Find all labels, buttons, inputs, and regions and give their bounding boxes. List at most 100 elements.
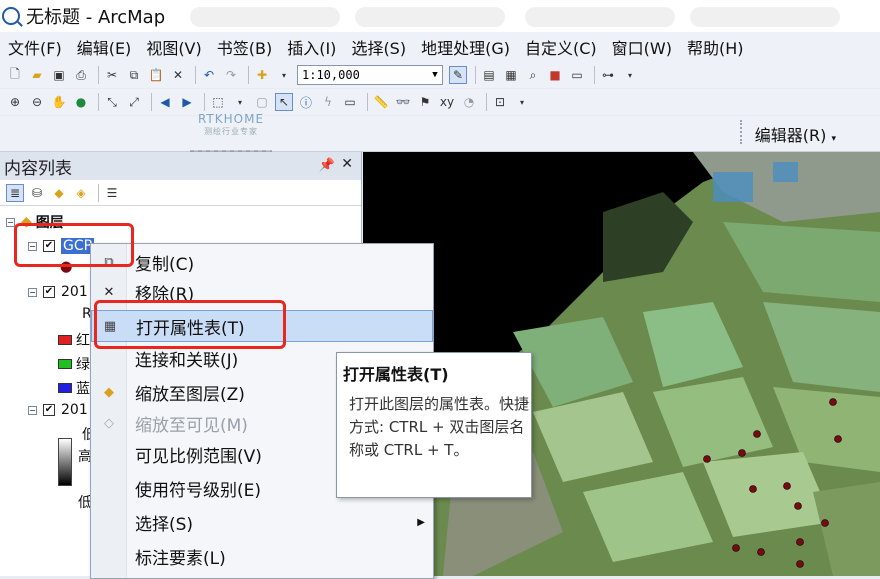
catalog-icon[interactable]: ▦ <box>502 66 520 84</box>
chevron-down-icon[interactable]: ▾ <box>621 66 639 84</box>
chevron-down-icon: ▾ <box>831 134 836 144</box>
full-extent-globe-icon[interactable]: ● <box>72 93 90 111</box>
delete-icon[interactable]: ✕ <box>169 66 187 84</box>
band-green: 绿 <box>58 354 90 374</box>
menu-item[interactable]: 插入(I) <box>287 35 336 59</box>
fixed-zoom-out-icon[interactable]: ⤢ <box>125 93 143 111</box>
chevron-down-icon[interactable]: ▾ <box>513 93 531 111</box>
menu-tooltip: 打开属性表(T) 打开此图层的属性表。快捷方式: CTRL + 双击图层名称或 … <box>336 352 532 498</box>
band-blue: 蓝 <box>58 378 90 398</box>
editor-menu-button[interactable]: 编辑器(R) ▾ <box>755 122 836 146</box>
gcp-point[interactable] <box>834 435 842 443</box>
collapse-icon[interactable]: − <box>28 287 37 297</box>
list-by-visibility-icon[interactable]: ◆ <box>50 184 68 202</box>
gcp-point[interactable] <box>821 519 829 527</box>
redo-icon[interactable]: ↷ <box>222 66 240 84</box>
gcp-point[interactable] <box>703 455 711 463</box>
editor-toolbar-toggle-icon[interactable]: ✎ <box>449 66 467 84</box>
gcp-point[interactable] <box>753 430 761 438</box>
copy-icon[interactable]: ⧉ <box>125 66 143 84</box>
arctoolbox-icon[interactable]: ■ <box>546 66 564 84</box>
time-slider-icon[interactable]: ◔ <box>460 93 478 111</box>
list-by-source-icon[interactable]: ⛁ <box>28 184 46 202</box>
measure-icon[interactable]: 📏 <box>372 93 390 111</box>
clear-selection-icon[interactable]: ▢ <box>253 93 271 111</box>
gcp-point[interactable] <box>732 544 740 552</box>
pan-hand-icon[interactable]: ✋ <box>50 93 68 111</box>
standard-toolbar: 🗋 ▰ ▣ ⎙ ✂ ⧉ 📋 ✕ ↶ ↷ ✚ ▾ 1:10,000 ▼ ✎ ▤ ▦… <box>0 62 880 88</box>
html-popup-icon[interactable]: ▭ <box>341 93 359 111</box>
menu-item[interactable]: 选择(S) <box>351 35 406 59</box>
layer-visibility-checkbox[interactable]: ✔ <box>43 404 55 416</box>
gcp-point[interactable] <box>749 485 757 493</box>
select-elements-arrow-icon[interactable]: ↖ <box>275 93 293 111</box>
menu-item[interactable]: 窗口(W) <box>612 35 672 59</box>
zoom-in-icon[interactable]: ⊕ <box>6 93 24 111</box>
chevron-down-icon[interactable]: ▼ <box>428 70 442 80</box>
map-scale-select[interactable]: 1:10,000 ▼ <box>297 65 443 85</box>
list-by-selection-icon[interactable]: ◈ <box>72 184 90 202</box>
create-viewer-window-icon[interactable]: ⊡ <box>491 93 509 111</box>
print-icon[interactable]: ⎙ <box>72 66 90 84</box>
editor-toolbar-row <box>0 116 880 152</box>
gcp-point[interactable] <box>738 449 746 457</box>
table-of-contents-icon[interactable]: ▤ <box>480 66 498 84</box>
new-document-icon[interactable]: 🗋 <box>6 66 24 84</box>
menu-item[interactable]: 文件(F) <box>8 35 62 59</box>
gcp-point[interactable] <box>783 482 791 490</box>
menu-item-label: 缩放至图层(Z) <box>135 384 245 405</box>
layer-label[interactable]: 201 <box>61 284 88 300</box>
layer-row-raster-dem[interactable]: − ✔ 201 <box>28 402 88 418</box>
arcmap-app-icon <box>2 7 20 25</box>
menu-item[interactable]: 自定义(C) <box>525 35 597 59</box>
hyperlink-icon[interactable]: ϟ <box>319 93 337 111</box>
menu-item[interactable]: 编辑(E) <box>77 35 132 59</box>
find-route-icon[interactable]: ⚑ <box>416 93 434 111</box>
cut-icon[interactable]: ✂ <box>103 66 121 84</box>
model-builder-icon[interactable]: ⊶ <box>599 66 617 84</box>
collapse-icon[interactable]: − <box>6 217 15 227</box>
paste-icon[interactable]: 📋 <box>147 66 165 84</box>
gcp-point[interactable] <box>829 398 837 406</box>
save-icon[interactable]: ▣ <box>50 66 68 84</box>
undo-icon[interactable]: ↶ <box>200 66 218 84</box>
collapse-icon[interactable]: − <box>28 405 37 415</box>
open-folder-icon[interactable]: ▰ <box>28 66 46 84</box>
menu-item[interactable]: 视图(V) <box>146 35 201 59</box>
select-features-icon[interactable]: ⬚ <box>209 93 227 111</box>
menu-item[interactable]: 书签(B) <box>217 35 272 59</box>
gcp-point[interactable] <box>796 560 804 568</box>
layer-row-raster-rgb[interactable]: − ✔ 201 <box>28 284 88 300</box>
pin-icon[interactable]: 📌 <box>319 158 335 173</box>
search-window-icon[interactable]: ⌕ <box>524 66 542 84</box>
add-data-icon[interactable]: ✚ <box>253 66 271 84</box>
gcp-point[interactable] <box>794 502 802 510</box>
gcp-point[interactable] <box>796 538 804 546</box>
back-arrow-icon[interactable]: ◀ <box>156 93 174 111</box>
list-by-drawing-order-icon[interactable]: ≣ <box>6 183 24 202</box>
chevron-down-icon[interactable]: ▾ <box>231 93 249 111</box>
fixed-zoom-in-icon[interactable]: ⤡ <box>103 93 121 111</box>
forward-arrow-icon[interactable]: ▶ <box>178 93 196 111</box>
layer-visibility-checkbox[interactable]: ✔ <box>43 286 55 298</box>
options-icon[interactable]: ☰ <box>103 184 121 202</box>
layer-label[interactable]: 201 <box>61 402 88 418</box>
find-binoculars-icon[interactable]: 👓 <box>394 93 412 111</box>
zoom-out-icon[interactable]: ⊖ <box>28 93 46 111</box>
toolbar-separator <box>98 93 99 111</box>
chevron-down-icon[interactable]: ▾ <box>275 66 293 84</box>
menu-item-selection[interactable]: 选择(S) ▶ <box>91 506 433 538</box>
toolbar-grip[interactable] <box>740 120 742 144</box>
menu-item-label: 缩放至可见(M) <box>135 415 248 436</box>
python-window-icon[interactable]: ▭ <box>568 66 586 84</box>
menu-item[interactable]: 地理处理(G) <box>421 35 510 59</box>
go-to-xy-icon[interactable]: xy <box>438 93 456 111</box>
menu-item[interactable]: 帮助(H) <box>687 35 744 59</box>
close-icon[interactable]: ✕ <box>341 156 353 172</box>
green-swatch <box>58 359 72 369</box>
gcp-point[interactable] <box>757 548 765 556</box>
identify-icon[interactable]: ⓘ <box>297 93 315 111</box>
menu-item-label-features[interactable]: 标注要素(L) <box>91 540 433 572</box>
toolbar-separator <box>486 93 487 111</box>
menu-item-copy[interactable]: ⧉ 复制(C) <box>91 246 433 278</box>
